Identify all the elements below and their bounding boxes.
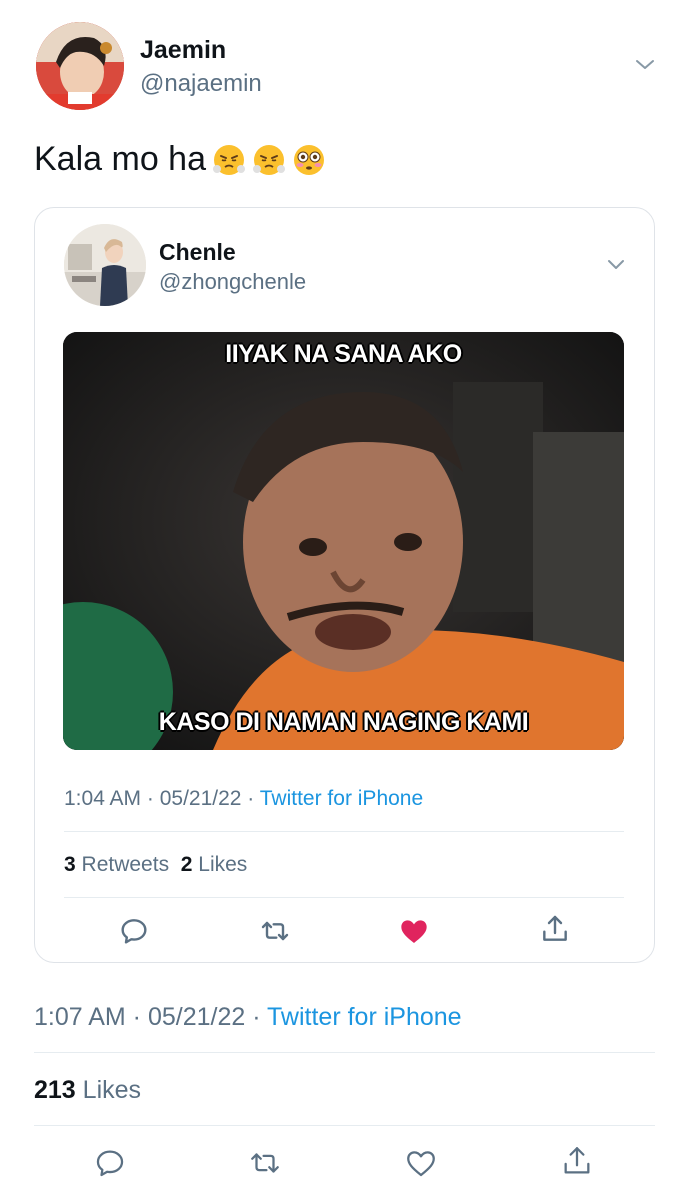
divider: [64, 831, 624, 832]
meme-photo: [63, 332, 624, 750]
avatar-photo: [36, 22, 124, 110]
tweet-text: Kala mo ha: [34, 140, 326, 179]
quoted-retweets-count[interactable]: 3: [64, 853, 76, 876]
heart-icon[interactable]: [404, 1146, 438, 1180]
divider: [64, 897, 624, 898]
quoted-tweet-stats: 3 Retweets 2 Likes: [64, 853, 247, 877]
quoted-likes-label[interactable]: Likes: [198, 853, 247, 876]
tweet-meta: 1:07 AM · 05/21/22 · Twitter for iPhone: [34, 1003, 462, 1032]
tweet-source-link[interactable]: Twitter for iPhone: [267, 1003, 462, 1031]
quoted-author-handle[interactable]: @zhongchenle: [159, 269, 306, 295]
quoted-likes-count[interactable]: 2: [181, 853, 193, 876]
share-icon[interactable]: [560, 1144, 594, 1178]
meme-top-caption: IIYAK NA SANA AKO: [225, 340, 462, 368]
author-name[interactable]: Jaemin: [140, 36, 226, 65]
chevron-down-icon[interactable]: [606, 257, 626, 273]
quoted-retweets-label[interactable]: Retweets: [82, 853, 170, 876]
likes-label[interactable]: Likes: [83, 1076, 141, 1104]
like-icon[interactable]: [398, 915, 430, 947]
quoted-tweet-meta: 1:04 AM · 05/21/22 · Twitter for iPhone: [64, 787, 423, 811]
tweet-text-body: Kala mo ha: [34, 140, 206, 178]
tweet-stats: 213 Likes: [34, 1076, 141, 1105]
reply-icon[interactable]: [118, 915, 150, 947]
retweet-icon[interactable]: [248, 1146, 282, 1180]
divider: [34, 1052, 655, 1053]
quoted-timestamp[interactable]: 1:04 AM · 05/21/22 ·: [64, 787, 260, 810]
retweet-icon[interactable]: [259, 915, 291, 947]
quoted-source-link[interactable]: Twitter for iPhone: [260, 787, 423, 810]
share-icon[interactable]: [539, 913, 571, 945]
likes-count[interactable]: 213: [34, 1076, 76, 1104]
face-with-steam-icon: [212, 143, 246, 177]
divider: [34, 1125, 655, 1126]
flushed-face-icon: [292, 143, 326, 177]
tweet-timestamp[interactable]: 1:07 AM · 05/21/22 ·: [34, 1003, 267, 1031]
avatar-photo: [64, 224, 146, 306]
reply-icon[interactable]: [93, 1146, 127, 1180]
quoted-author-name[interactable]: Chenle: [159, 239, 236, 266]
quoted-author-avatar[interactable]: [64, 224, 146, 306]
chevron-down-icon[interactable]: [634, 56, 656, 74]
face-with-steam-icon: [252, 143, 286, 177]
author-handle[interactable]: @najaemin: [140, 70, 262, 98]
meme-image[interactable]: IIYAK NA SANA AKO KASO DI NAMAN NAGING K…: [63, 332, 624, 750]
meme-bottom-caption: KASO DI NAMAN NAGING KAMI: [158, 708, 529, 736]
author-avatar[interactable]: [36, 22, 124, 110]
